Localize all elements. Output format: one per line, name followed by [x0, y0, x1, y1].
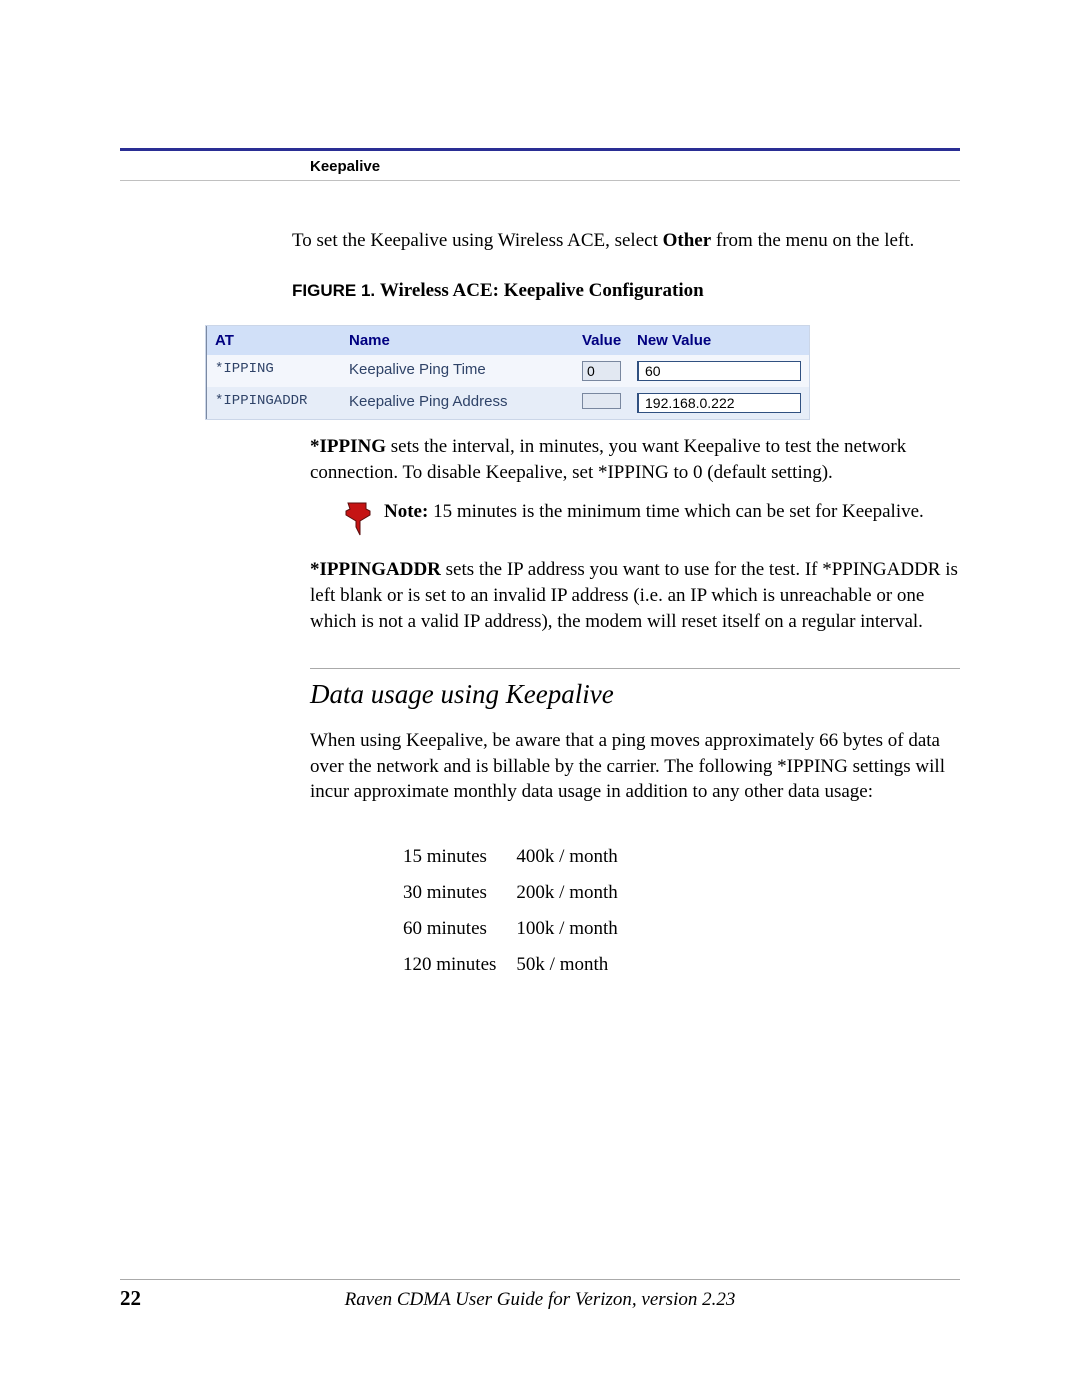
data-usage-table: 15 minutes 400k / month 30 minutes 200k …	[384, 833, 637, 989]
usage-amount: 100k / month	[515, 917, 618, 941]
figure-caption: FIGURE 1. Wireless ACE: Keepalive Config…	[292, 280, 960, 302]
body-top: To set the Keepalive using Wireless ACE,…	[292, 228, 960, 302]
header-section-label: Keepalive	[310, 158, 380, 175]
config-header-at: AT	[206, 326, 341, 355]
config-cell-at: *IPPINGADDR	[206, 387, 341, 419]
intro-prefix: To set the Keepalive using Wireless ACE,…	[292, 230, 663, 251]
page-number: 22	[120, 1286, 290, 1311]
config-table: AT Name Value New Value *IPPING Keepaliv…	[205, 325, 810, 420]
page-footer: 22 Raven CDMA User Guide for Verizon, ve…	[120, 1279, 960, 1311]
config-cell-newvalue: 60	[629, 355, 809, 387]
page: Keepalive To set the Keepalive using Wir…	[0, 0, 1080, 1397]
intro-paragraph: To set the Keepalive using Wireless ACE,…	[292, 228, 960, 254]
table-row: 120 minutes 50k / month	[402, 953, 619, 977]
ippingaddr-paragraph: *IPPINGADDR sets the IP address you want…	[310, 557, 960, 634]
value-readonly: 0	[582, 361, 621, 381]
subsection-heading: Data usage using Keepalive	[310, 679, 960, 710]
config-cell-value: 0	[574, 355, 629, 387]
table-row: 30 minutes 200k / month	[402, 881, 619, 905]
usage-interval: 30 minutes	[402, 881, 497, 905]
config-cell-value	[574, 387, 629, 419]
ippingaddr-label: *IPPINGADDR	[310, 559, 441, 580]
body-main: *IPPING sets the interval, in minutes, y…	[310, 434, 960, 989]
config-header-newvalue: New Value	[629, 326, 809, 355]
pushpin-icon	[344, 499, 374, 539]
figure-label: FIGURE 1.	[292, 281, 380, 300]
figure-caption-text: Wireless ACE: Keepalive Configuration	[380, 280, 704, 301]
subsection-paragraph: When using Keepalive, be aware that a pi…	[310, 728, 960, 805]
value-readonly	[582, 393, 621, 409]
ipping-label: *IPPING	[310, 436, 386, 457]
header-under-rule	[120, 180, 960, 181]
header-top-rule	[120, 148, 960, 151]
table-row: *IPPING Keepalive Ping Time 0 60	[206, 355, 809, 387]
ipping-text: sets the interval, in minutes, you want …	[310, 436, 906, 483]
document-title: Raven CDMA User Guide for Verizon, versi…	[290, 1289, 790, 1311]
usage-interval: 120 minutes	[402, 953, 497, 977]
new-value-input[interactable]: 192.168.0.222	[637, 393, 801, 413]
table-row: 60 minutes 100k / month	[402, 917, 619, 941]
usage-amount: 400k / month	[515, 845, 618, 869]
subsection-rule	[310, 668, 960, 669]
config-cell-name: Keepalive Ping Address	[341, 387, 574, 419]
usage-interval: 60 minutes	[402, 917, 497, 941]
config-cell-newvalue: 192.168.0.222	[629, 387, 809, 419]
intro-bold: Other	[663, 230, 712, 251]
config-header-name: Name	[341, 326, 574, 355]
usage-amount: 200k / month	[515, 881, 618, 905]
new-value-input[interactable]: 60	[637, 361, 801, 381]
usage-interval: 15 minutes	[402, 845, 497, 869]
table-row: *IPPINGADDR Keepalive Ping Address 192.1…	[206, 387, 809, 419]
config-header-value: Value	[574, 326, 629, 355]
note-bold: Note:	[384, 501, 428, 522]
config-cell-at: *IPPING	[206, 355, 341, 387]
ipping-paragraph: *IPPING sets the interval, in minutes, y…	[310, 434, 960, 485]
note-block: Note: 15 minutes is the minimum time whi…	[344, 499, 960, 539]
table-row: 15 minutes 400k / month	[402, 845, 619, 869]
note-body: 15 minutes is the minimum time which can…	[428, 501, 923, 522]
note-text: Note: 15 minutes is the minimum time whi…	[384, 499, 924, 525]
usage-amount: 50k / month	[515, 953, 618, 977]
config-table-header: AT Name Value New Value	[206, 326, 809, 355]
config-cell-name: Keepalive Ping Time	[341, 355, 574, 387]
intro-suffix: from the menu on the left.	[711, 230, 914, 251]
